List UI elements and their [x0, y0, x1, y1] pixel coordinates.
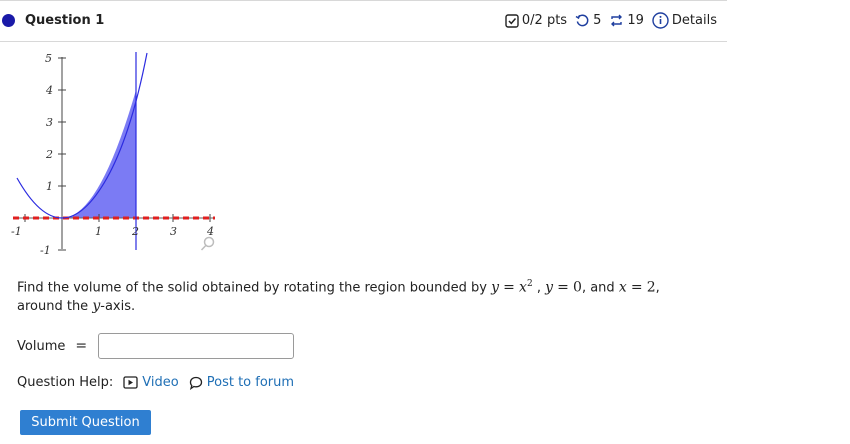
info-icon[interactable]: [652, 12, 669, 29]
volume-answer-row: Volume =: [17, 331, 295, 361]
retry-icon: [575, 13, 590, 28]
speech-bubble-icon: [189, 376, 203, 390]
eq2-lhs: y: [545, 279, 554, 296]
y-tick-label: 3: [46, 116, 53, 129]
y-tick-label: 2: [45, 148, 53, 161]
eq1-exp: 2: [526, 279, 533, 289]
eq3-lhs: x: [618, 279, 627, 296]
eq2-rhs: 0: [573, 279, 582, 296]
checkbox-points-icon: [505, 13, 519, 28]
x-tick-label: 1: [95, 225, 102, 238]
equals-sign: =: [75, 338, 88, 354]
forum-link[interactable]: Post to forum: [189, 375, 294, 390]
around-pre: around the: [17, 299, 89, 315]
y-tick-label: 1: [46, 180, 53, 193]
forum-label[interactable]: Post to forum: [207, 375, 294, 390]
eq1-lhs: y: [491, 279, 500, 296]
around-post: -axis.: [100, 299, 136, 315]
points-text: 0/2 pts: [521, 13, 568, 28]
question-prompt: Find the volume of the solid obtained by…: [17, 279, 660, 315]
zoom-icon[interactable]: [200, 236, 215, 251]
shaded-region: [62, 90, 136, 218]
prompt-lead: Find the volume of the solid obtained by…: [17, 280, 487, 296]
question-header: Question 1 0/2 pts 5 19 Details: [0, 0, 727, 42]
y-tick-label: 5: [45, 52, 52, 65]
function-graph: 5 4 3 2 1 -1 -1 1 2 3 4: [10, 47, 220, 257]
and-text: and: [590, 280, 615, 296]
help-label: Question Help:: [17, 375, 114, 390]
y-tick-label: 4: [45, 84, 53, 97]
video-link[interactable]: Video: [123, 375, 179, 390]
question-status-dot: [2, 14, 15, 27]
x-tick-label: 3: [170, 225, 177, 238]
retries-count: 5: [593, 13, 602, 28]
eq3-rhs: 2: [646, 279, 656, 296]
x-tick-label: 2: [131, 225, 139, 238]
video-icon: [123, 376, 138, 389]
volume-label: Volume: [17, 338, 66, 354]
submit-question-button[interactable]: Submit Question: [20, 410, 151, 435]
attempts-icon: [609, 13, 624, 28]
x-tick-label: 4: [206, 225, 214, 238]
eq1-rhs: x: [519, 279, 527, 296]
question-title: Question 1: [25, 13, 105, 28]
y-tick-label: -1: [40, 244, 51, 257]
question-help: Question Help: Video Post to forum: [17, 375, 304, 390]
question-meta: 0/2 pts 5 19 Details: [505, 12, 717, 29]
details-link[interactable]: Details: [672, 13, 717, 28]
attempts-count: 19: [627, 13, 644, 28]
volume-input[interactable]: [98, 333, 295, 359]
video-label[interactable]: Video: [142, 375, 178, 390]
x-tick-label: -1: [11, 225, 22, 238]
